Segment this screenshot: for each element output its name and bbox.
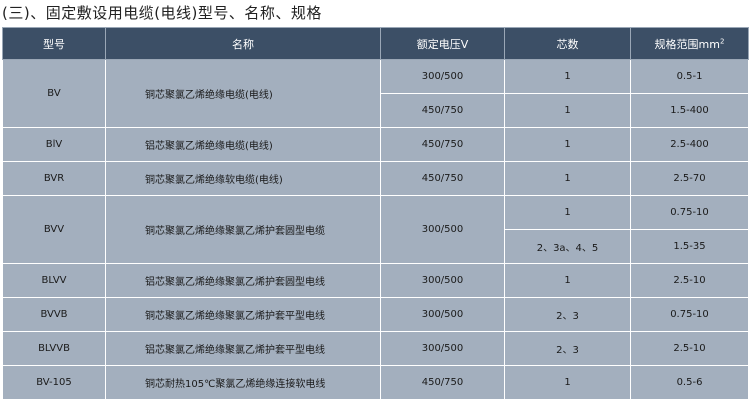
cell-cores: 1	[504, 195, 631, 230]
table-row: BLVV 铝芯聚氯乙烯绝缘聚氯乙烯护套圆型电线 300/500 1 2.5-10	[2, 263, 749, 298]
header-name: 名称	[105, 27, 381, 60]
cell-model: BLVVB	[2, 331, 106, 366]
cell-model: BLVV	[2, 263, 106, 298]
cell-cores: 2、3	[504, 297, 631, 332]
cell-cores: 1	[504, 365, 631, 400]
table-row: BV 铜芯聚氯乙烯绝缘电缆(电线) 300/500 1 0.5-1	[2, 59, 749, 128]
cell-model: BV	[2, 59, 106, 128]
page-title: (三)、固定敷设用电缆(电线)型号、名称、规格	[2, 4, 322, 22]
cell-voltage: 450/750	[380, 161, 505, 196]
cell-voltage: 300/500	[380, 297, 505, 332]
cell-name: 铝芯聚氯乙烯绝缘电缆(电线)	[105, 127, 381, 162]
cell-voltage: 300/500	[380, 263, 505, 298]
table-row: BVR 铜芯聚氯乙烯绝缘软电缆(电线) 450/750 1 2.5-70	[2, 161, 749, 196]
cell-name: 铝芯聚氯乙烯绝缘聚氯乙烯护套圆型电线	[105, 263, 381, 298]
cell-model: BV-105	[2, 365, 106, 400]
cell-cores: 1	[504, 263, 631, 298]
table-row: BVV 铜芯聚氯乙烯绝缘聚氯乙烯护套圆型电缆 300/500 1 0.75-10	[2, 195, 749, 264]
cell-name: 铜芯聚氯乙烯绝缘聚氯乙烯护套平型电线	[105, 297, 381, 332]
cell-voltage: 300/500	[380, 59, 505, 94]
cell-spec: 2.5-10	[630, 263, 749, 298]
table-row: BLVVB 铝芯聚氯乙烯绝缘聚氯乙烯护套平型电线 300/500 2、3 2.5…	[2, 331, 749, 366]
header-model: 型号	[2, 27, 106, 60]
table-row: BlV 铝芯聚氯乙烯绝缘电缆(电线) 450/750 1 2.5-400	[2, 127, 749, 162]
cell-spec: 2.5-70	[630, 161, 749, 196]
cell-model: BVV	[2, 195, 106, 264]
cell-model: BVR	[2, 161, 106, 196]
header-spec-superscript: 2	[719, 36, 725, 45]
cell-name: 铜芯聚氯乙烯绝缘软电缆(电线)	[105, 161, 381, 196]
cell-spec: 1.5-400	[630, 93, 749, 128]
header-spec-label: 规格范围mm	[654, 37, 720, 51]
cell-voltage: 450/750	[380, 127, 505, 162]
header-cores: 芯数	[504, 27, 631, 60]
cell-voltage: 450/750	[380, 365, 505, 400]
cell-cores: 1	[504, 93, 631, 128]
cell-model: BlV	[2, 127, 106, 162]
cell-spec: 1.5-35	[630, 229, 749, 264]
header-voltage: 额定电压V	[380, 27, 505, 60]
cell-spec: 0.5-6	[630, 365, 749, 400]
cell-voltage: 300/500	[380, 195, 505, 264]
cell-model: BVVB	[2, 297, 106, 332]
header-spec: 规格范围mm2	[630, 27, 749, 60]
cell-cores: 2、3	[504, 331, 631, 366]
cell-name: 铜芯聚氯乙烯绝缘电缆(电线)	[105, 59, 381, 128]
cell-cores: 1	[504, 161, 631, 196]
table-row: BVVB 铜芯聚氯乙烯绝缘聚氯乙烯护套平型电线 300/500 2、3 0.75…	[2, 297, 749, 332]
cell-voltage: 450/750	[380, 93, 505, 128]
cell-cores: 1	[504, 59, 631, 94]
cell-cores: 1	[504, 127, 631, 162]
cell-name: 铝芯聚氯乙烯绝缘聚氯乙烯护套平型电线	[105, 331, 381, 366]
spec-table: 型号 名称 额定电压V 芯数 规格范围mm2 BV 铜芯聚氯乙烯绝缘电缆(电线)…	[2, 27, 749, 400]
cell-name: 铜芯耐热105℃聚氯乙烯绝缘连接软电线	[105, 365, 381, 400]
cell-spec: 0.5-1	[630, 59, 749, 94]
cell-spec: 2.5-10	[630, 331, 749, 366]
cell-spec: 2.5-400	[630, 127, 749, 162]
table-row: BV-105 铜芯耐热105℃聚氯乙烯绝缘连接软电线 450/750 1 0.5…	[2, 365, 749, 400]
cell-spec: 0.75-10	[630, 297, 749, 332]
cell-voltage: 300/500	[380, 331, 505, 366]
table-header-row: 型号 名称 额定电压V 芯数 规格范围mm2	[2, 27, 749, 60]
cell-spec: 0.75-10	[630, 195, 749, 230]
cell-cores: 2、3a、4、5	[504, 229, 631, 264]
cell-name: 铜芯聚氯乙烯绝缘聚氯乙烯护套圆型电缆	[105, 195, 381, 264]
